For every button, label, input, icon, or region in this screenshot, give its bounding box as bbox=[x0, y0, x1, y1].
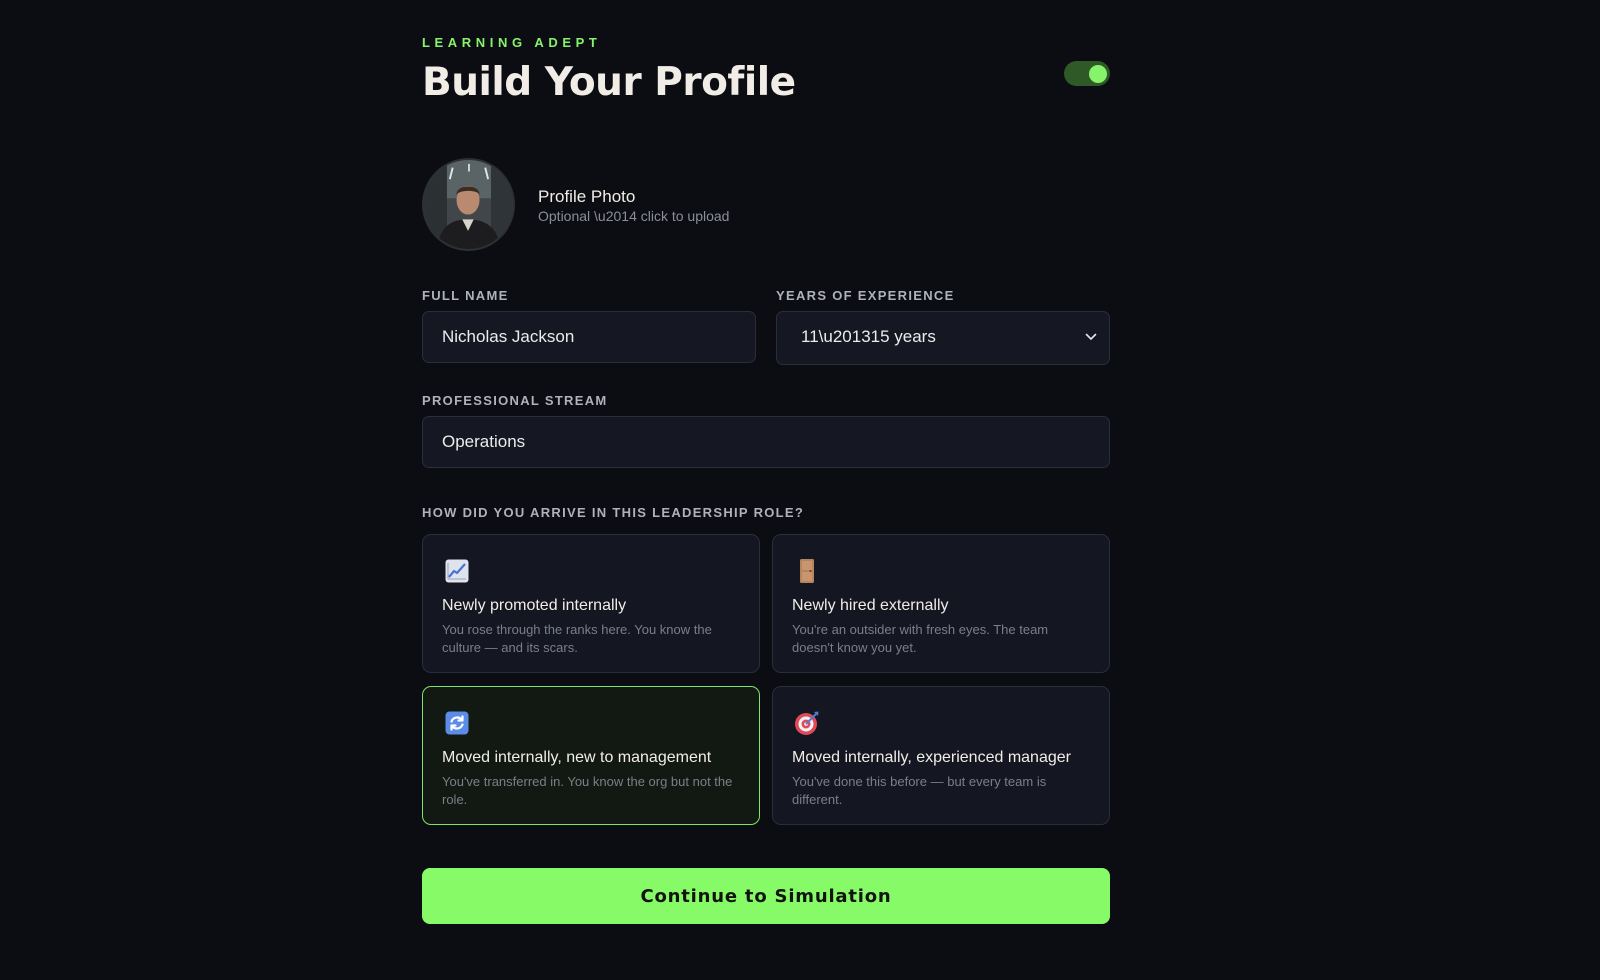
profile-photo-row: Profile Photo Optional \u2014 click to u… bbox=[422, 158, 1110, 252]
option-description: You've transferred in. You know the org … bbox=[442, 774, 733, 807]
option-title: Moved internally, experienced manager bbox=[792, 749, 1071, 766]
option-moved-internally-experienced[interactable]: Moved internally, experienced manager Yo… bbox=[772, 686, 1110, 825]
avatar-upload[interactable] bbox=[422, 158, 515, 251]
option-description: You're an outsider with fresh eyes. The … bbox=[792, 622, 1049, 655]
option-title: Moved internally, new to management bbox=[442, 749, 712, 766]
door-icon bbox=[794, 558, 820, 584]
full-name-input[interactable]: Nicholas Jackson bbox=[422, 311, 756, 363]
option-description: You rose through the ranks here. You kno… bbox=[442, 622, 712, 655]
experience-label: YEARS OF EXPERIENCE bbox=[776, 288, 955, 303]
full-name-label: FULL NAME bbox=[422, 288, 509, 303]
option-title: Newly hired externally bbox=[792, 597, 949, 614]
option-hired-externally[interactable]: Newly hired externally You're an outside… bbox=[772, 534, 1110, 673]
chevron-down-icon bbox=[1085, 312, 1097, 362]
theme-toggle[interactable] bbox=[1064, 61, 1110, 86]
chart-increasing-icon bbox=[444, 558, 470, 584]
brand-label: LEARNING ADEPT bbox=[422, 35, 602, 50]
arrival-question: HOW DID YOU ARRIVE IN THIS LEADERSHIP RO… bbox=[422, 505, 805, 520]
option-description: You've done this before — but every team… bbox=[792, 774, 1047, 807]
option-title: Newly promoted internally bbox=[442, 597, 627, 614]
option-promoted-internally[interactable]: Newly promoted internally You rose throu… bbox=[422, 534, 760, 673]
experience-select[interactable]: 11\u201315 years bbox=[776, 311, 1110, 365]
avatar-photo bbox=[424, 160, 513, 249]
stream-input[interactable]: Operations bbox=[422, 416, 1110, 468]
target-icon bbox=[794, 710, 820, 736]
stream-label: PROFESSIONAL STREAM bbox=[422, 393, 608, 408]
experience-value: 11\u201315 years bbox=[801, 327, 936, 346]
option-moved-internally-new-manager[interactable]: Moved internally, new to management You'… bbox=[422, 686, 760, 825]
page-title: Build Your Profile bbox=[422, 60, 796, 105]
toggle-knob bbox=[1089, 64, 1107, 83]
photo-title: Profile Photo bbox=[538, 187, 636, 206]
arrows-cycle-icon bbox=[444, 710, 470, 736]
continue-button[interactable]: Continue to Simulation bbox=[422, 868, 1110, 924]
photo-subtitle: Optional \u2014 click to upload bbox=[538, 208, 730, 224]
